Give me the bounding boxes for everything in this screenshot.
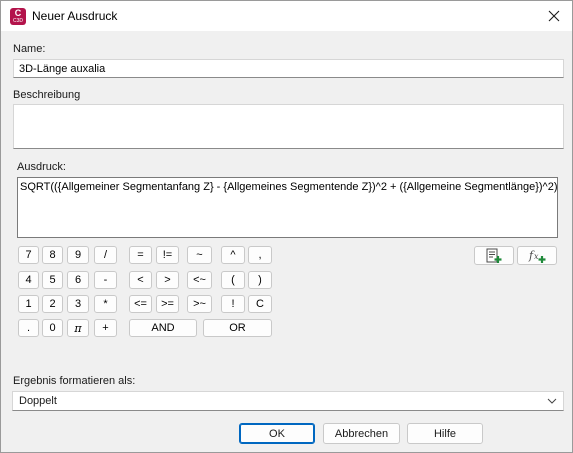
key-1[interactable]: 1 bbox=[18, 295, 39, 313]
key-plus[interactable]: + bbox=[94, 319, 117, 337]
key-comma[interactable]: , bbox=[248, 246, 272, 264]
insert-property-icon bbox=[486, 248, 502, 263]
key-3[interactable]: 3 bbox=[67, 295, 89, 313]
key-less-than[interactable]: < bbox=[129, 271, 152, 289]
key-0[interactable]: 0 bbox=[42, 319, 63, 337]
app-icon: C C3D bbox=[10, 8, 26, 25]
key-pi[interactable]: π bbox=[67, 319, 89, 337]
key-decimal[interactable]: . bbox=[18, 319, 39, 337]
key-less-equal[interactable]: <= bbox=[129, 295, 152, 313]
insert-property-button[interactable] bbox=[474, 246, 514, 265]
insert-function-button[interactable]: f x bbox=[517, 246, 557, 265]
key-power[interactable]: ^ bbox=[221, 246, 245, 264]
key-equals[interactable]: = bbox=[129, 246, 152, 264]
key-multiply[interactable]: * bbox=[94, 295, 117, 313]
key-2[interactable]: 2 bbox=[42, 295, 63, 313]
description-input[interactable] bbox=[13, 104, 564, 149]
key-close-paren[interactable]: ) bbox=[248, 271, 272, 289]
close-button[interactable] bbox=[542, 4, 566, 28]
description-label: Beschreibung bbox=[13, 89, 81, 101]
chevron-down-icon bbox=[547, 398, 557, 404]
svg-text:x: x bbox=[534, 252, 539, 261]
key-clear[interactable]: C bbox=[248, 295, 272, 313]
format-label: Ergebnis formatieren als: bbox=[13, 375, 136, 387]
key-4[interactable]: 4 bbox=[18, 271, 39, 289]
ok-button[interactable]: OK bbox=[239, 423, 315, 444]
key-greater-than[interactable]: > bbox=[156, 271, 179, 289]
expression-label: Ausdruck: bbox=[17, 161, 66, 173]
key-7[interactable]: 7 bbox=[18, 246, 39, 264]
name-input[interactable] bbox=[13, 59, 564, 78]
key-less-approx[interactable]: <~ bbox=[187, 271, 212, 289]
format-select[interactable]: Doppelt bbox=[12, 391, 564, 411]
key-5[interactable]: 5 bbox=[42, 271, 63, 289]
key-9[interactable]: 9 bbox=[67, 246, 89, 264]
app-icon-sub: C3D bbox=[12, 18, 23, 24]
key-not[interactable]: ! bbox=[221, 295, 245, 313]
help-button[interactable]: Hilfe bbox=[407, 423, 483, 444]
expression-input[interactable]: SQRT(({Allgemeiner Segmentanfang Z} - {A… bbox=[17, 177, 558, 238]
key-minus[interactable]: - bbox=[94, 271, 117, 289]
app-icon-letter: C bbox=[14, 8, 22, 18]
key-divide[interactable]: / bbox=[94, 246, 117, 264]
format-selected-value: Doppelt bbox=[19, 395, 57, 407]
window-title: Neuer Ausdruck bbox=[32, 9, 118, 23]
key-or[interactable]: OR bbox=[203, 319, 272, 337]
key-approx[interactable]: ~ bbox=[187, 246, 212, 264]
title-bar[interactable]: C C3D Neuer Ausdruck bbox=[1, 1, 572, 31]
key-not-equals[interactable]: != bbox=[156, 246, 179, 264]
key-and[interactable]: AND bbox=[129, 319, 197, 337]
close-icon bbox=[548, 10, 560, 22]
key-greater-approx[interactable]: >~ bbox=[187, 295, 212, 313]
key-greater-equal[interactable]: >= bbox=[156, 295, 179, 313]
insert-function-icon: f x bbox=[528, 249, 546, 263]
key-6[interactable]: 6 bbox=[67, 271, 89, 289]
dialog-window: C C3D Neuer Ausdruck Name: Beschreibung … bbox=[0, 0, 573, 453]
name-label: Name: bbox=[13, 43, 46, 55]
key-8[interactable]: 8 bbox=[42, 246, 63, 264]
key-open-paren[interactable]: ( bbox=[221, 271, 245, 289]
cancel-button[interactable]: Abbrechen bbox=[323, 423, 400, 444]
